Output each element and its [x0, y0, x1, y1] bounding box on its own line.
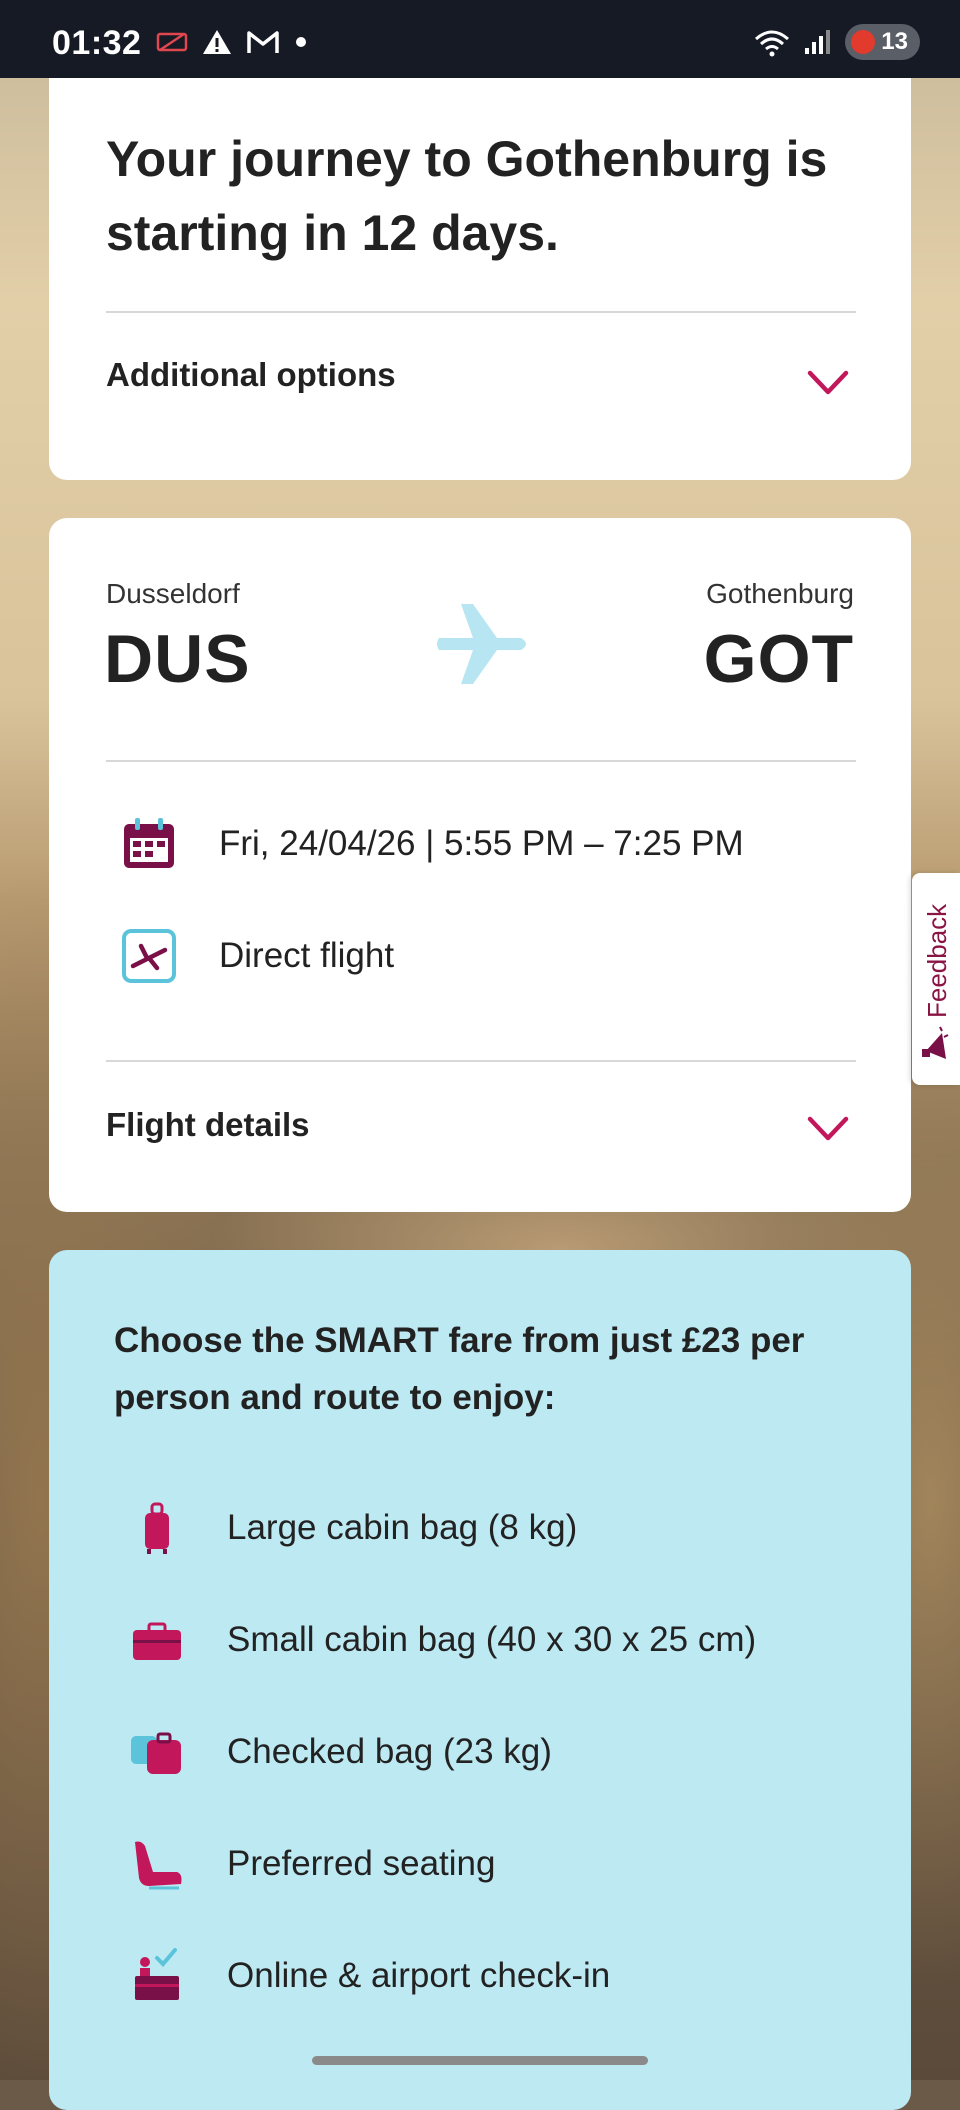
megaphone-icon	[922, 1026, 949, 1059]
flight-datetime: Fri, 24/04/26 | 5:55 PM – 7:25 PM	[219, 824, 744, 863]
chevron-down-icon[interactable]	[807, 370, 849, 396]
battery-icon: 13	[845, 24, 920, 60]
origin-code: DUS	[104, 621, 251, 697]
chevron-down-icon[interactable]	[807, 1116, 849, 1142]
benefit-item: Online & airport check-in	[129, 1948, 610, 2004]
feedback-tab[interactable]: Feedback	[912, 873, 960, 1085]
plane-icon	[437, 604, 526, 684]
flight-datetime-row: Fri, 24/04/26 | 5:55 PM – 7:25 PM	[121, 816, 744, 872]
check-in-desk-icon	[129, 1948, 185, 2004]
status-icons-left	[156, 28, 308, 56]
battery-saver-icon	[851, 30, 876, 54]
flight-details-label[interactable]: Flight details	[106, 1106, 310, 1144]
flight-type: Direct flight	[219, 936, 395, 975]
wifi-icon	[755, 30, 790, 57]
signal-icon	[805, 30, 831, 54]
journey-card: Your journey to Gothenburg is starting i…	[49, 60, 911, 480]
home-indicator[interactable]	[312, 2056, 648, 2065]
dot-icon	[296, 37, 306, 47]
destination-city: Gothenburg	[706, 578, 854, 609]
seat-icon	[129, 1836, 185, 1892]
benefit-item: Checked bag (23 kg)	[129, 1724, 552, 1780]
benefit-label: Online & airport check-in	[227, 1956, 611, 1995]
journey-title: Your journey to Gothenburg is starting i…	[106, 131, 828, 261]
gmail-icon	[247, 31, 279, 53]
checked-bag-icon	[129, 1724, 185, 1780]
benefit-label: Preferred seating	[227, 1844, 496, 1883]
smart-fare-promo: Choose the SMART fare from just £23 per …	[49, 1250, 911, 2110]
battery-level: 13	[881, 28, 908, 55]
status-icons-right: 13	[753, 24, 920, 60]
benefit-item: Preferred seating	[129, 1836, 495, 1892]
benefit-label: Small cabin bag (40 x 30 x 25 cm)	[227, 1620, 757, 1659]
trolley-bag-icon	[129, 1500, 185, 1556]
briefcase-icon	[129, 1612, 185, 1668]
direct-flight-icon	[122, 929, 176, 983]
status-time: 01:32	[52, 24, 142, 62]
additional-options-label[interactable]: Additional options	[106, 356, 396, 394]
flight-type-row: Direct flight	[121, 928, 394, 984]
divider	[106, 311, 856, 313]
divider	[106, 760, 856, 762]
feedback-label: Feedback	[922, 903, 952, 1018]
calendar-icon	[124, 818, 174, 868]
flight-card: Dusseldorf DUS Gothenburg GOT Fri, 24/04…	[49, 518, 911, 1212]
benefit-item: Large cabin bag (8 kg)	[129, 1500, 577, 1556]
destination-code: GOT	[703, 621, 854, 697]
origin-city: Dusseldorf	[106, 578, 240, 609]
benefit-label: Large cabin bag (8 kg)	[227, 1508, 578, 1547]
divider	[106, 1060, 856, 1062]
benefit-label: Checked bag (23 kg)	[227, 1732, 552, 1771]
status-bar: 01:32 13	[0, 0, 960, 78]
promo-title: Choose the SMART fare from just £23 per …	[114, 1321, 805, 1417]
cast-off-icon	[156, 32, 188, 52]
benefit-item: Small cabin bag (40 x 30 x 25 cm)	[129, 1612, 756, 1668]
warning-icon	[203, 30, 231, 54]
